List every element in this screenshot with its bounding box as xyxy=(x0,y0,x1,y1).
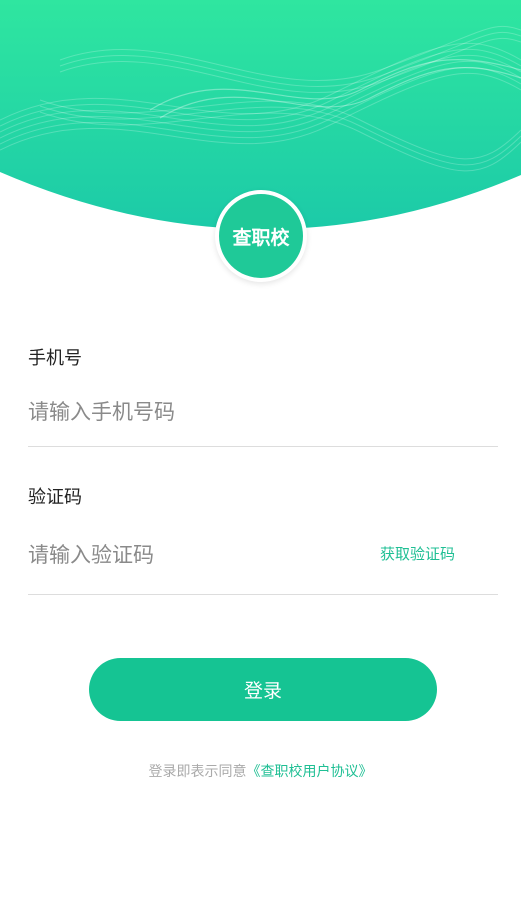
code-label: 验证码 xyxy=(28,487,82,508)
app-logo: 查职校 xyxy=(215,190,307,282)
app-logo-text: 查职校 xyxy=(232,226,290,249)
get-code-button[interactable]: 获取验证码 xyxy=(380,543,455,564)
agreement-text: 登录即表示同意《查职校用户协议》 xyxy=(0,761,521,781)
user-agreement-link[interactable]: 《查职校用户协议》 xyxy=(247,764,373,780)
login-button-label: 登录 xyxy=(243,680,282,702)
phone-label: 手机号 xyxy=(28,348,82,369)
phone-input[interactable] xyxy=(28,396,368,428)
login-button[interactable]: 登录 xyxy=(89,658,437,721)
phone-divider xyxy=(28,446,498,447)
verification-code-input[interactable] xyxy=(28,539,328,571)
agreement-prefix: 登录即表示同意 xyxy=(148,764,247,780)
login-page: 查职校 手机号 验证码 获取验证码 登录 登录即表示同意《查职校用户协议》 xyxy=(0,0,521,904)
code-divider xyxy=(28,594,498,595)
